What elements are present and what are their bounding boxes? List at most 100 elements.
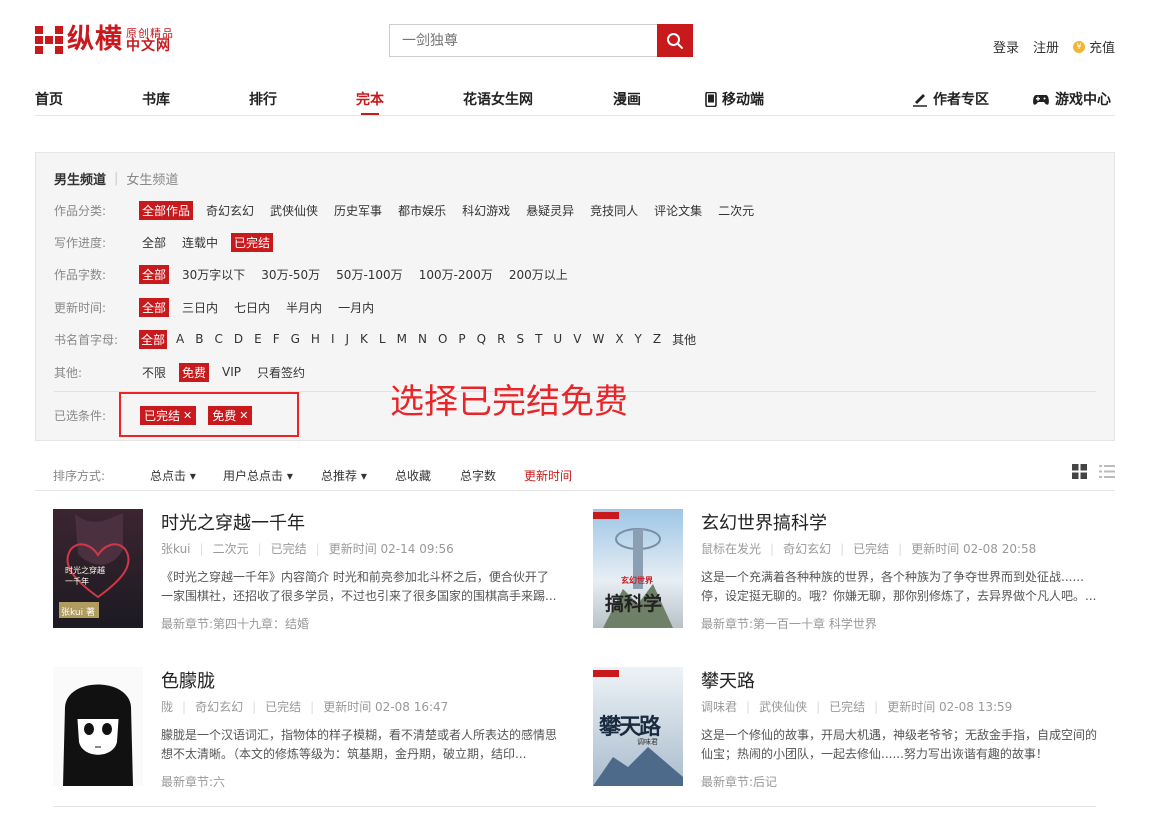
book-cover[interactable]: 玄幻世界 搞科学 bbox=[593, 509, 683, 628]
book-genre[interactable]: 武侠仙侠 bbox=[759, 698, 807, 715]
sort-total-clicks[interactable]: 总点击 ▾ bbox=[150, 467, 196, 484]
filter-option[interactable]: 50万-100万 bbox=[333, 265, 406, 284]
filter-option[interactable]: B bbox=[193, 331, 205, 347]
filter-option[interactable]: V bbox=[571, 331, 583, 347]
nav-item-female-site[interactable]: 花语女生网 bbox=[463, 89, 533, 109]
nav-item-completed[interactable]: 完本 bbox=[356, 89, 384, 109]
filter-option[interactable]: O bbox=[436, 331, 449, 347]
sort-update-time[interactable]: 更新时间 bbox=[524, 467, 572, 484]
filter-option[interactable]: 一月内 bbox=[335, 298, 377, 317]
filter-option[interactable]: VIP bbox=[219, 364, 244, 380]
book-cover[interactable]: 攀天路 调味君 bbox=[593, 667, 683, 786]
filter-option[interactable]: Z bbox=[651, 331, 663, 347]
filter-option[interactable]: M bbox=[395, 331, 409, 347]
filter-option[interactable]: C bbox=[212, 331, 224, 347]
nav-item-game-center[interactable]: 游戏中心 bbox=[1032, 89, 1111, 109]
book-title[interactable]: 色朦胧 bbox=[161, 667, 215, 693]
recharge-link[interactable]: ¥ 充值 bbox=[1072, 37, 1115, 56]
book-cover[interactable]: 时光之穿越一千年 张kui 著 bbox=[53, 509, 143, 628]
book-title[interactable]: 玄幻世界搞科学 bbox=[701, 509, 827, 535]
book-author[interactable]: 调味君 bbox=[701, 698, 737, 715]
filter-option[interactable]: A bbox=[174, 331, 186, 347]
book-title[interactable]: 攀天路 bbox=[701, 667, 755, 693]
filter-option[interactable]: L bbox=[377, 331, 388, 347]
nav-item-author-zone[interactable]: 作者专区 bbox=[912, 89, 989, 109]
nav-item-mobile[interactable]: 移动端 bbox=[705, 89, 764, 109]
filter-option-selected[interactable]: 全部 bbox=[139, 297, 170, 317]
book-genre[interactable]: 奇幻玄幻 bbox=[783, 540, 831, 557]
register-link[interactable]: 注册 bbox=[1033, 37, 1059, 56]
filter-option-selected[interactable]: 全部 bbox=[139, 329, 168, 349]
list-view-icon[interactable] bbox=[1099, 464, 1115, 479]
filter-option[interactable]: 30万-50万 bbox=[258, 265, 323, 284]
filter-option[interactable]: 二次元 bbox=[715, 201, 757, 220]
filter-option[interactable]: J bbox=[344, 331, 352, 347]
filter-option[interactable]: 竞技同人 bbox=[587, 201, 641, 220]
filter-option[interactable]: X bbox=[613, 331, 625, 347]
book-author[interactable]: 张kui bbox=[161, 540, 191, 557]
filter-option[interactable]: 100万-200万 bbox=[416, 265, 496, 284]
filter-option[interactable]: 悬疑灵异 bbox=[523, 201, 577, 220]
filter-option[interactable]: 全部 bbox=[139, 233, 169, 252]
nav-item-home[interactable]: 首页 bbox=[35, 89, 63, 109]
channel-male[interactable]: 男生频道 bbox=[54, 169, 106, 188]
filter-option[interactable]: N bbox=[416, 331, 429, 347]
sort-recommend[interactable]: 总推荐 ▾ bbox=[321, 467, 367, 484]
filter-option[interactable]: Q bbox=[475, 331, 488, 347]
book-title[interactable]: 时光之穿越一千年 bbox=[161, 509, 305, 535]
filter-option[interactable]: 不限 bbox=[139, 363, 169, 382]
filter-option[interactable]: W bbox=[590, 331, 606, 347]
filter-option-selected[interactable]: 全部作品 bbox=[139, 200, 194, 220]
filter-option-selected[interactable]: 免费 bbox=[179, 362, 210, 382]
filter-option[interactable]: 武侠仙侠 bbox=[267, 201, 321, 220]
nav-item-ranking[interactable]: 排行 bbox=[249, 89, 277, 109]
filter-option[interactable]: K bbox=[358, 331, 370, 347]
book-latest-chapter[interactable]: 最新章节:六 bbox=[161, 773, 225, 790]
book-genre[interactable]: 奇幻玄幻 bbox=[195, 698, 243, 715]
filter-option[interactable]: R bbox=[495, 331, 507, 347]
filter-option[interactable]: D bbox=[232, 331, 245, 347]
filter-option[interactable]: E bbox=[252, 331, 264, 347]
search-input[interactable] bbox=[389, 24, 657, 57]
site-logo[interactable]: 纵横 原创精品 中文网 bbox=[35, 22, 174, 58]
sort-favorites[interactable]: 总收藏 bbox=[395, 467, 431, 484]
filter-option[interactable]: 科幻游戏 bbox=[459, 201, 513, 220]
nav-item-library[interactable]: 书库 bbox=[142, 89, 170, 109]
filter-option-selected[interactable]: 全部 bbox=[139, 264, 170, 284]
filter-option[interactable]: T bbox=[533, 331, 544, 347]
filter-option[interactable]: 七日内 bbox=[231, 298, 273, 317]
filter-option-selected[interactable]: 已完结 bbox=[231, 232, 274, 252]
filter-option[interactable]: G bbox=[289, 331, 302, 347]
book-latest-chapter[interactable]: 最新章节:第四十九章：结婚 bbox=[161, 615, 309, 632]
filter-option[interactable]: F bbox=[271, 331, 282, 347]
search-button[interactable] bbox=[657, 24, 693, 57]
nav-item-comics[interactable]: 漫画 bbox=[613, 89, 641, 109]
login-link[interactable]: 登录 bbox=[993, 37, 1019, 56]
channel-female[interactable]: 女生频道 bbox=[126, 169, 178, 188]
book-latest-chapter[interactable]: 最新章节:第一百一十章 科学世界 bbox=[701, 615, 877, 632]
filter-option[interactable]: 历史军事 bbox=[331, 201, 385, 220]
filter-option[interactable]: I bbox=[329, 331, 337, 347]
sort-user-clicks[interactable]: 用户总点击 ▾ bbox=[223, 467, 293, 484]
filter-option[interactable]: 200万以上 bbox=[506, 265, 571, 284]
filter-option[interactable]: 只看签约 bbox=[254, 363, 308, 382]
filter-option[interactable]: 半月内 bbox=[283, 298, 325, 317]
filter-option[interactable]: P bbox=[456, 331, 467, 347]
book-cover[interactable] bbox=[53, 667, 143, 786]
filter-option[interactable]: 都市娱乐 bbox=[395, 201, 449, 220]
filter-option[interactable]: 奇幻玄幻 bbox=[203, 201, 257, 220]
filter-option[interactable]: Y bbox=[633, 331, 644, 347]
filter-option[interactable]: S bbox=[514, 331, 526, 347]
book-latest-chapter[interactable]: 最新章节:后记 bbox=[701, 773, 777, 790]
filter-option[interactable]: 评论文集 bbox=[651, 201, 705, 220]
filter-option[interactable]: 连载中 bbox=[179, 233, 221, 252]
sort-word-count[interactable]: 总字数 bbox=[460, 467, 496, 484]
filter-option[interactable]: H bbox=[309, 331, 322, 347]
filter-option[interactable]: U bbox=[551, 331, 564, 347]
filter-option[interactable]: 30万字以下 bbox=[179, 265, 248, 284]
grid-view-icon[interactable] bbox=[1072, 464, 1087, 479]
book-author[interactable]: 陇 bbox=[161, 698, 173, 715]
filter-option[interactable]: 其他 bbox=[670, 330, 698, 349]
filter-option[interactable]: 三日内 bbox=[179, 298, 221, 317]
book-genre[interactable]: 二次元 bbox=[213, 540, 249, 557]
